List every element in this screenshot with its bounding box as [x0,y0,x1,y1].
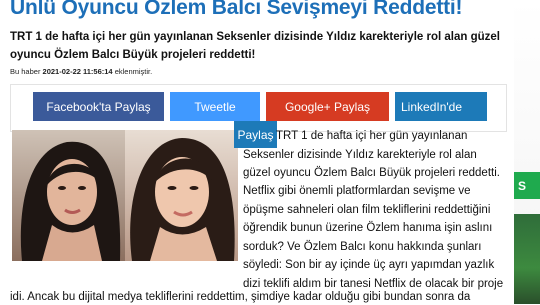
article-photo [12,130,238,261]
meta-prefix: Bu haber [10,67,41,76]
linkedin-share-button[interactable]: LinkedIn'de [395,92,487,121]
sidebar-image[interactable] [514,214,540,304]
article-paragraph-continuation: idi. Ancak bu dijital medya tekliflerini… [10,291,471,303]
meta-suffix: eklenmiştir. [114,67,153,76]
facebook-share-button[interactable]: Facebook'ta Paylaş [33,92,164,121]
article-meta: Bu haber 2021-02-22 11:56:14 eklenmiştir… [10,67,152,76]
article-title: Ünlü Oyuncu Özlem Balcı Sevişmeyi Reddet… [10,0,463,19]
article-paragraph-1: TRT 1 de hafta içi her gün yayınlanan Se… [243,130,500,179]
google-plus-share-button[interactable]: Google+ Paylaş [266,92,389,121]
article-paragraph-2: Netflix gibi önemli platformlardan seviş… [243,185,504,290]
actress-photo-image [12,130,238,261]
article-lead: TRT 1 de hafta içi her gün yayınlanan Se… [10,31,500,61]
sidebar-green-banner[interactable]: S [514,172,540,199]
meta-date: 2021-02-22 11:56:14 [42,67,113,76]
twitter-share-button[interactable]: Tweetle [170,92,260,121]
